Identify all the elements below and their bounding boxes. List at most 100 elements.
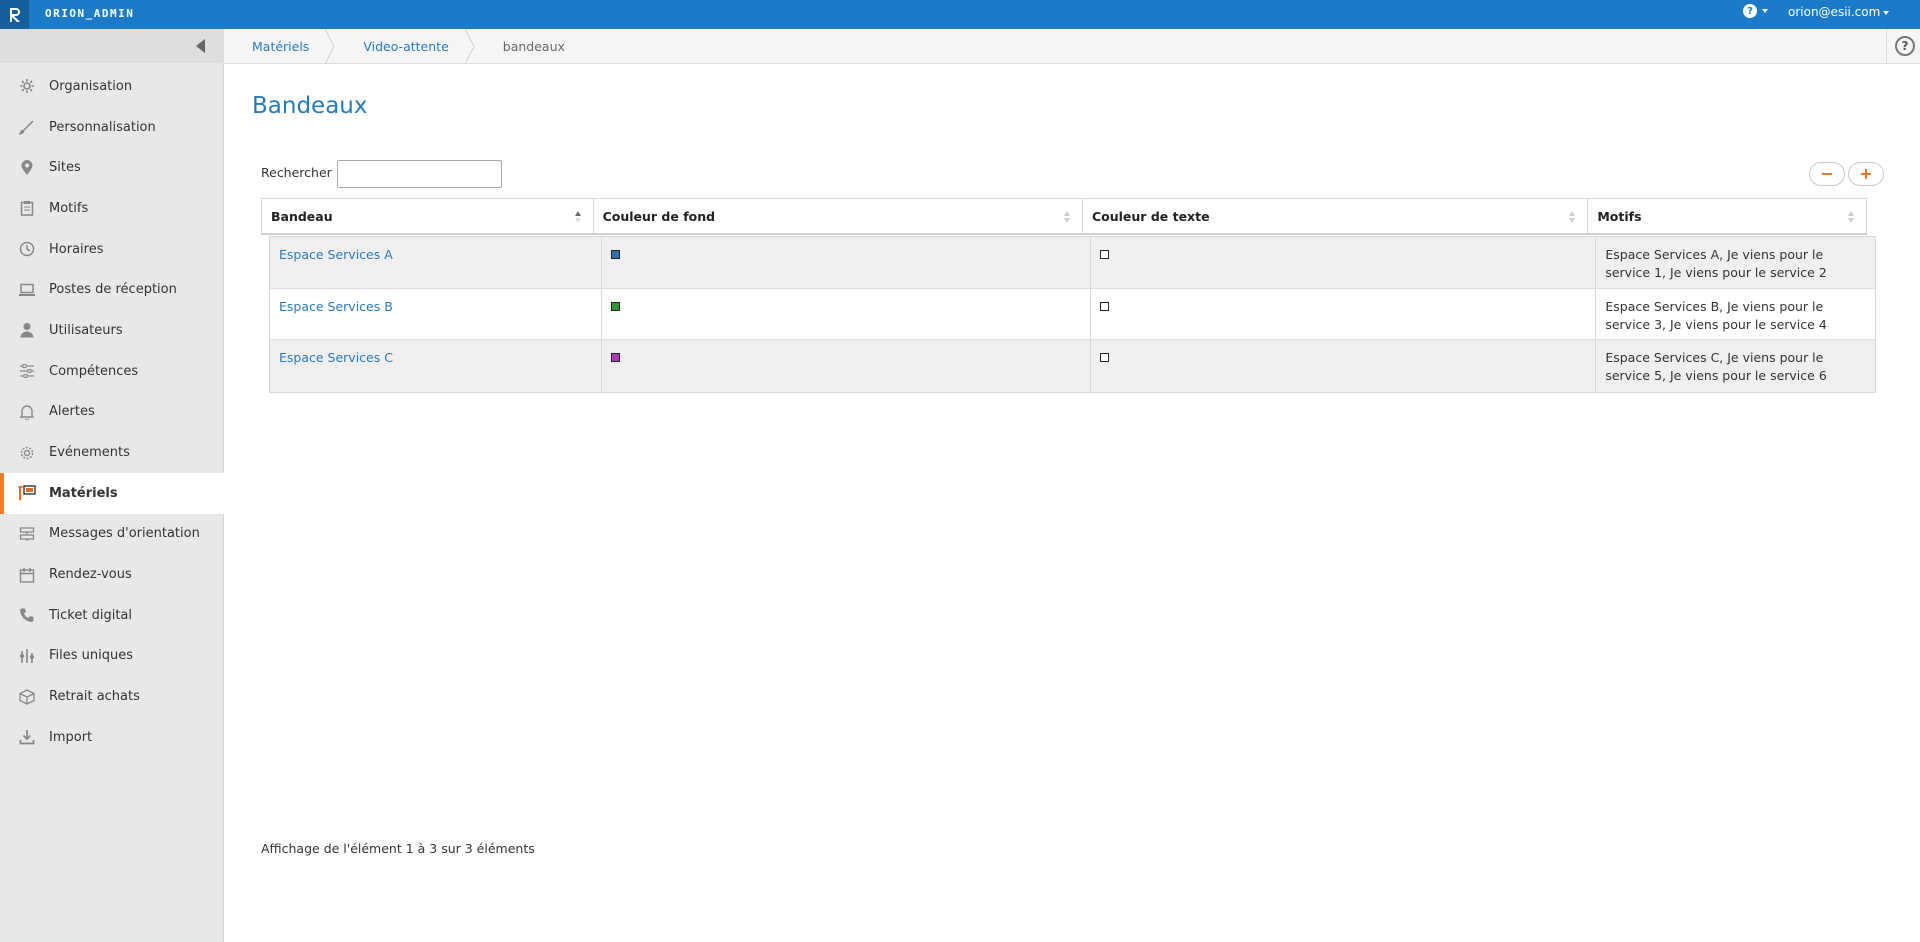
breadcrumb-separator-icon — [325, 28, 335, 64]
sidebar-item-label: Rendez-vous — [49, 567, 132, 583]
sidebar-item-competences[interactable]: Compétences — [0, 351, 224, 392]
sidebar-item-rendez-vous[interactable]: Rendez-vous — [0, 554, 224, 595]
collapse-chevron-icon[interactable] — [196, 39, 205, 53]
cell-couleur-texte — [1091, 288, 1597, 339]
sidebar-item-utilisateurs[interactable]: Utilisateurs — [0, 310, 224, 351]
calendar-icon — [17, 565, 37, 585]
sidebar-item-label: Utilisateurs — [49, 322, 123, 338]
laptop-icon — [17, 280, 37, 300]
sidebar: Organisation Personnalisation Sites Motifs H… — [0, 29, 224, 942]
breadcrumb-label: bandeaux — [502, 38, 565, 54]
help-container: ? — [1886, 29, 1920, 64]
sidebar-item-alertes[interactable]: Alertes — [0, 392, 224, 433]
sidebar-item-label: Retrait achats — [49, 689, 140, 705]
table-header: Bandeau Couleur de fond Couleur de texte… — [261, 198, 1867, 235]
app-title: ORION_ADMIN — [45, 7, 135, 20]
sort-icon — [1848, 211, 1854, 223]
minus-icon: − — [1820, 164, 1834, 183]
remove-button[interactable]: − — [1809, 162, 1845, 186]
breadcrumb-materiels[interactable]: Matériels — [224, 28, 335, 64]
sidebar-item-postes-de-reception[interactable]: Postes de réception — [0, 269, 224, 310]
brush-icon — [17, 117, 37, 137]
sidebar-item-label: Ticket digital — [49, 607, 132, 623]
clipboard-icon — [17, 198, 37, 218]
cell-bandeau: Espace Services B — [270, 288, 602, 339]
column-label: Couleur de texte — [1091, 208, 1210, 224]
breadcrumb-bandeaux: bandeaux — [475, 29, 591, 64]
sidebar-item-personnalisation[interactable]: Personnalisation — [0, 107, 224, 148]
sidebar-item-evenements[interactable]: Evénements — [0, 432, 224, 473]
sidebar-item-label: Horaires — [49, 241, 104, 257]
help-menu[interactable]: ? — [1743, 4, 1768, 18]
box-icon — [17, 687, 37, 707]
help-circle-icon[interactable]: ? — [1895, 36, 1915, 56]
sidebar-item-messages-d-orientation[interactable]: Messages d'orientation — [0, 514, 224, 555]
color-swatch — [1099, 353, 1109, 362]
caret-down-icon — [1762, 9, 1768, 13]
plus-icon: + — [1859, 164, 1873, 183]
sidebar-item-label: Matériels — [49, 485, 118, 501]
orion-logo[interactable] — [0, 0, 29, 29]
signpost-icon — [17, 524, 37, 544]
breadcrumb-video-attente[interactable]: Video-attente — [335, 28, 475, 64]
user-icon — [17, 320, 37, 340]
bell-icon — [17, 402, 37, 422]
sidebar-item-label: Sites — [49, 160, 81, 176]
bandeau-link[interactable]: Espace Services A — [279, 247, 393, 262]
search-input[interactable] — [337, 160, 502, 188]
sidebar-item-sites[interactable]: Sites — [0, 147, 224, 188]
cell-bandeau: Espace Services C — [270, 340, 602, 392]
sidebar-item-label: Import — [49, 729, 93, 745]
hardware-icon — [17, 483, 37, 503]
sidebar-item-files-uniques[interactable]: Files uniques — [0, 636, 224, 677]
column-header-couleur-texte[interactable]: Couleur de texte — [1083, 199, 1589, 233]
column-label: Couleur de fond — [602, 208, 716, 224]
sidebar-item-label: Evénements — [49, 445, 130, 461]
table-info: Affichage de l'élément 1 à 3 sur 3 éléme… — [261, 841, 535, 856]
cell-motifs: Espace Services A, Je viens pour le serv… — [1605, 247, 1827, 280]
user-menu[interactable]: orion@esii.com — [1788, 5, 1890, 19]
sidebar-item-materiels[interactable]: Matériels — [0, 472, 224, 514]
table-row[interactable]: Espace Services C Espace Services C, Je v… — [270, 340, 1875, 392]
breadcrumb-label: Video-attente — [363, 38, 449, 54]
sidebar-item-label: Organisation — [49, 78, 133, 94]
cell-couleur-fond — [602, 237, 1091, 288]
sort-icon — [1569, 211, 1576, 223]
bandeau-link[interactable]: Espace Services B — [279, 299, 393, 314]
sidebar-item-organisation[interactable]: Organisation — [0, 66, 224, 107]
page-title: Bandeaux — [252, 93, 368, 119]
cell-motifs: Espace Services B, Je viens pour le serv… — [1605, 298, 1827, 332]
column-header-bandeau[interactable]: Bandeau — [262, 199, 594, 233]
sidebar-item-label: Compétences — [49, 363, 139, 379]
sidebar-item-label: Messages d'orientation — [49, 526, 200, 542]
cell-couleur-fond — [602, 288, 1091, 339]
table-row[interactable]: Espace Services B Espace Services B, Je v… — [270, 288, 1875, 340]
gear-icon — [17, 76, 37, 96]
sidebar-item-import[interactable]: Import — [0, 717, 224, 758]
column-header-couleur-fond[interactable]: Couleur de fond — [594, 199, 1083, 233]
cell-bandeau: Espace Services A — [270, 237, 602, 288]
map-pin-icon — [17, 158, 37, 178]
sidebar-nav: Organisation Personnalisation Sites Motifs H… — [0, 66, 224, 758]
sidebar-item-motifs[interactable]: Motifs — [0, 188, 224, 229]
sidebar-item-ticket-digital[interactable]: Ticket digital — [0, 595, 224, 636]
sidebar-item-label: Motifs — [49, 200, 89, 216]
sidebar-item-horaires[interactable]: Horaires — [0, 229, 224, 270]
table-row[interactable]: Espace Services A Espace Services A, Je v… — [270, 237, 1875, 289]
color-swatch — [1099, 250, 1109, 259]
cogs-icon — [17, 443, 37, 463]
sidebar-item-retrait-achats[interactable]: Retrait achats — [0, 676, 224, 717]
sidebar-item-label: Postes de réception — [49, 282, 177, 298]
search-label: Rechercher : — [261, 165, 340, 180]
user-email: orion@esii.com — [1788, 5, 1881, 19]
cell-motifs: Espace Services C, Je viens pour le serv… — [1605, 350, 1827, 383]
add-button[interactable]: + — [1848, 162, 1884, 186]
sidebar-item-label: Alertes — [49, 404, 95, 420]
question-icon: ? — [1743, 4, 1757, 18]
sort-asc-icon — [574, 211, 581, 223]
breadcrumb-label: Matériels — [252, 38, 310, 54]
sort-icon — [1063, 211, 1070, 223]
breadcrumb: Matériels Video-attente bandeaux ? — [224, 28, 1920, 64]
bandeau-link[interactable]: Espace Services C — [279, 350, 393, 365]
column-header-motifs[interactable]: Motifs — [1588, 199, 1866, 233]
